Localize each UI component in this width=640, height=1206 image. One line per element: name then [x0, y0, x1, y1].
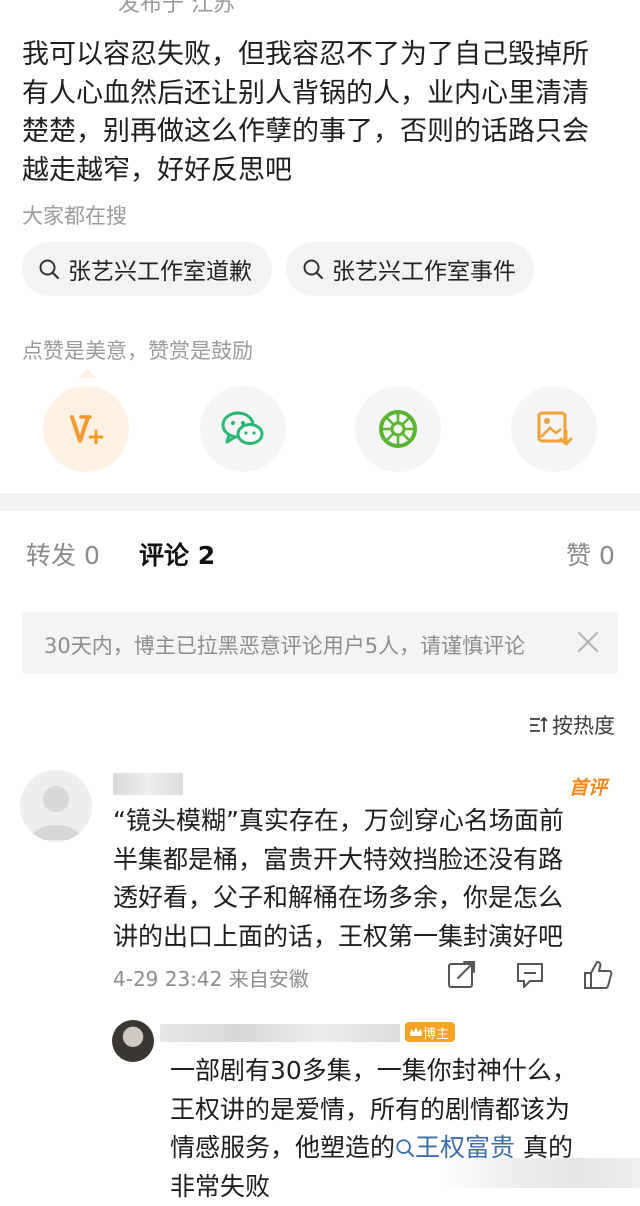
v-plus-icon	[66, 409, 106, 449]
section-divider	[0, 493, 640, 511]
username-redacted[interactable]	[113, 773, 183, 795]
comment-line: 透好看，父子和解桶在场多余，你是怎么	[113, 879, 613, 918]
post-text: 我可以容忍失败，但我容忍不了为了自己毁掉所 有人心血然后还让别人背锅的人，业内心…	[22, 36, 622, 190]
wechat-share-button[interactable]	[200, 386, 286, 472]
v-plus-button[interactable]	[43, 386, 129, 472]
comment-time: 4-29 23:42	[113, 967, 222, 991]
comment-line: “镜头模糊”真实存在，万剑穿心名场面前	[113, 802, 613, 841]
tab-count: 2	[198, 541, 215, 570]
tab-label: 转发	[26, 541, 76, 570]
trending-search-label: 大家都在搜	[22, 200, 127, 230]
tab-forward[interactable]: 转发 0	[26, 536, 100, 572]
avatar[interactable]	[112, 1020, 154, 1062]
blogger-badge-label: 博主	[423, 1023, 449, 1042]
comment-line: 半集都是桶，富贵开大特效挡脸还没有路	[113, 841, 613, 880]
reply-line-prefix: 情感服务，他塑造的	[170, 1133, 395, 1162]
search-chip-label: 张艺兴工作室道歉	[68, 252, 252, 286]
tab-count: 0	[599, 541, 615, 570]
search-chip[interactable]: 张艺兴工作室事件	[286, 242, 534, 296]
moments-share-button[interactable]	[355, 386, 441, 472]
search-chip-label: 张艺兴工作室事件	[332, 252, 516, 286]
blurred-area	[440, 1158, 640, 1188]
post-line: 楚楚，别再做这么作孽的事了，否则的话路只会	[22, 113, 622, 152]
search-icon	[38, 258, 60, 280]
notice-text: 30天内，博主已拉黑恶意评论用户5人，请谨慎评论	[44, 630, 525, 660]
search-chip[interactable]: 张艺兴工作室道歉	[22, 242, 272, 296]
wechat-icon	[220, 409, 266, 449]
default-avatar-icon	[20, 770, 92, 842]
save-image-icon	[534, 409, 574, 449]
first-comment-badge: 首评	[569, 773, 607, 800]
share-icon[interactable]	[444, 958, 478, 992]
comment-meta: 4-29 23:42 来自安徽	[113, 963, 309, 992]
sort-label: 按热度	[552, 710, 615, 740]
tab-label: 评论	[139, 541, 189, 570]
search-icon	[302, 258, 324, 280]
reply-icon[interactable]	[513, 958, 547, 992]
avatar[interactable]	[20, 770, 92, 842]
comment-source: 来自安徽	[229, 967, 309, 991]
comment-line: 讲的出口上面的话，王权第一集封演好吧	[113, 918, 613, 957]
search-icon	[395, 1138, 415, 1158]
tab-likes[interactable]: 赞 0	[566, 536, 615, 572]
tab-label: 赞	[566, 541, 591, 570]
reply-line: 一部剧有30多集，一集你封神什么，	[170, 1052, 620, 1091]
sort-icon	[528, 715, 548, 735]
blogger-badge: 博主	[405, 1022, 455, 1042]
reward-label: 点赞是美意，赞赏是鼓励	[22, 335, 253, 365]
save-image-button[interactable]	[511, 386, 597, 472]
post-line: 越走越窄，好好反思吧	[22, 152, 622, 191]
tab-comments[interactable]: 评论 2	[139, 536, 215, 572]
moments-icon	[377, 408, 419, 450]
close-icon[interactable]	[574, 628, 602, 656]
post-location: 发布于 江苏	[118, 0, 235, 18]
post-line: 我可以容忍失败，但我容忍不了为了自己毁掉所	[22, 36, 622, 75]
post-line: 有人心血然后还让别人背锅的人，业内心里清清	[22, 75, 622, 114]
like-icon[interactable]	[581, 958, 615, 992]
comment-text: “镜头模糊”真实存在，万剑穿心名场面前 半集都是桶，富贵开大特效挡脸还没有路 透…	[113, 802, 613, 956]
tab-count: 0	[84, 541, 100, 570]
bubble-pointer	[78, 368, 96, 378]
sort-button[interactable]: 按热度	[528, 710, 615, 740]
reply-line: 王权讲的是爱情，所有的剧情都该为	[170, 1091, 620, 1130]
username-redacted[interactable]	[160, 1024, 400, 1042]
crown-icon	[409, 1026, 423, 1038]
